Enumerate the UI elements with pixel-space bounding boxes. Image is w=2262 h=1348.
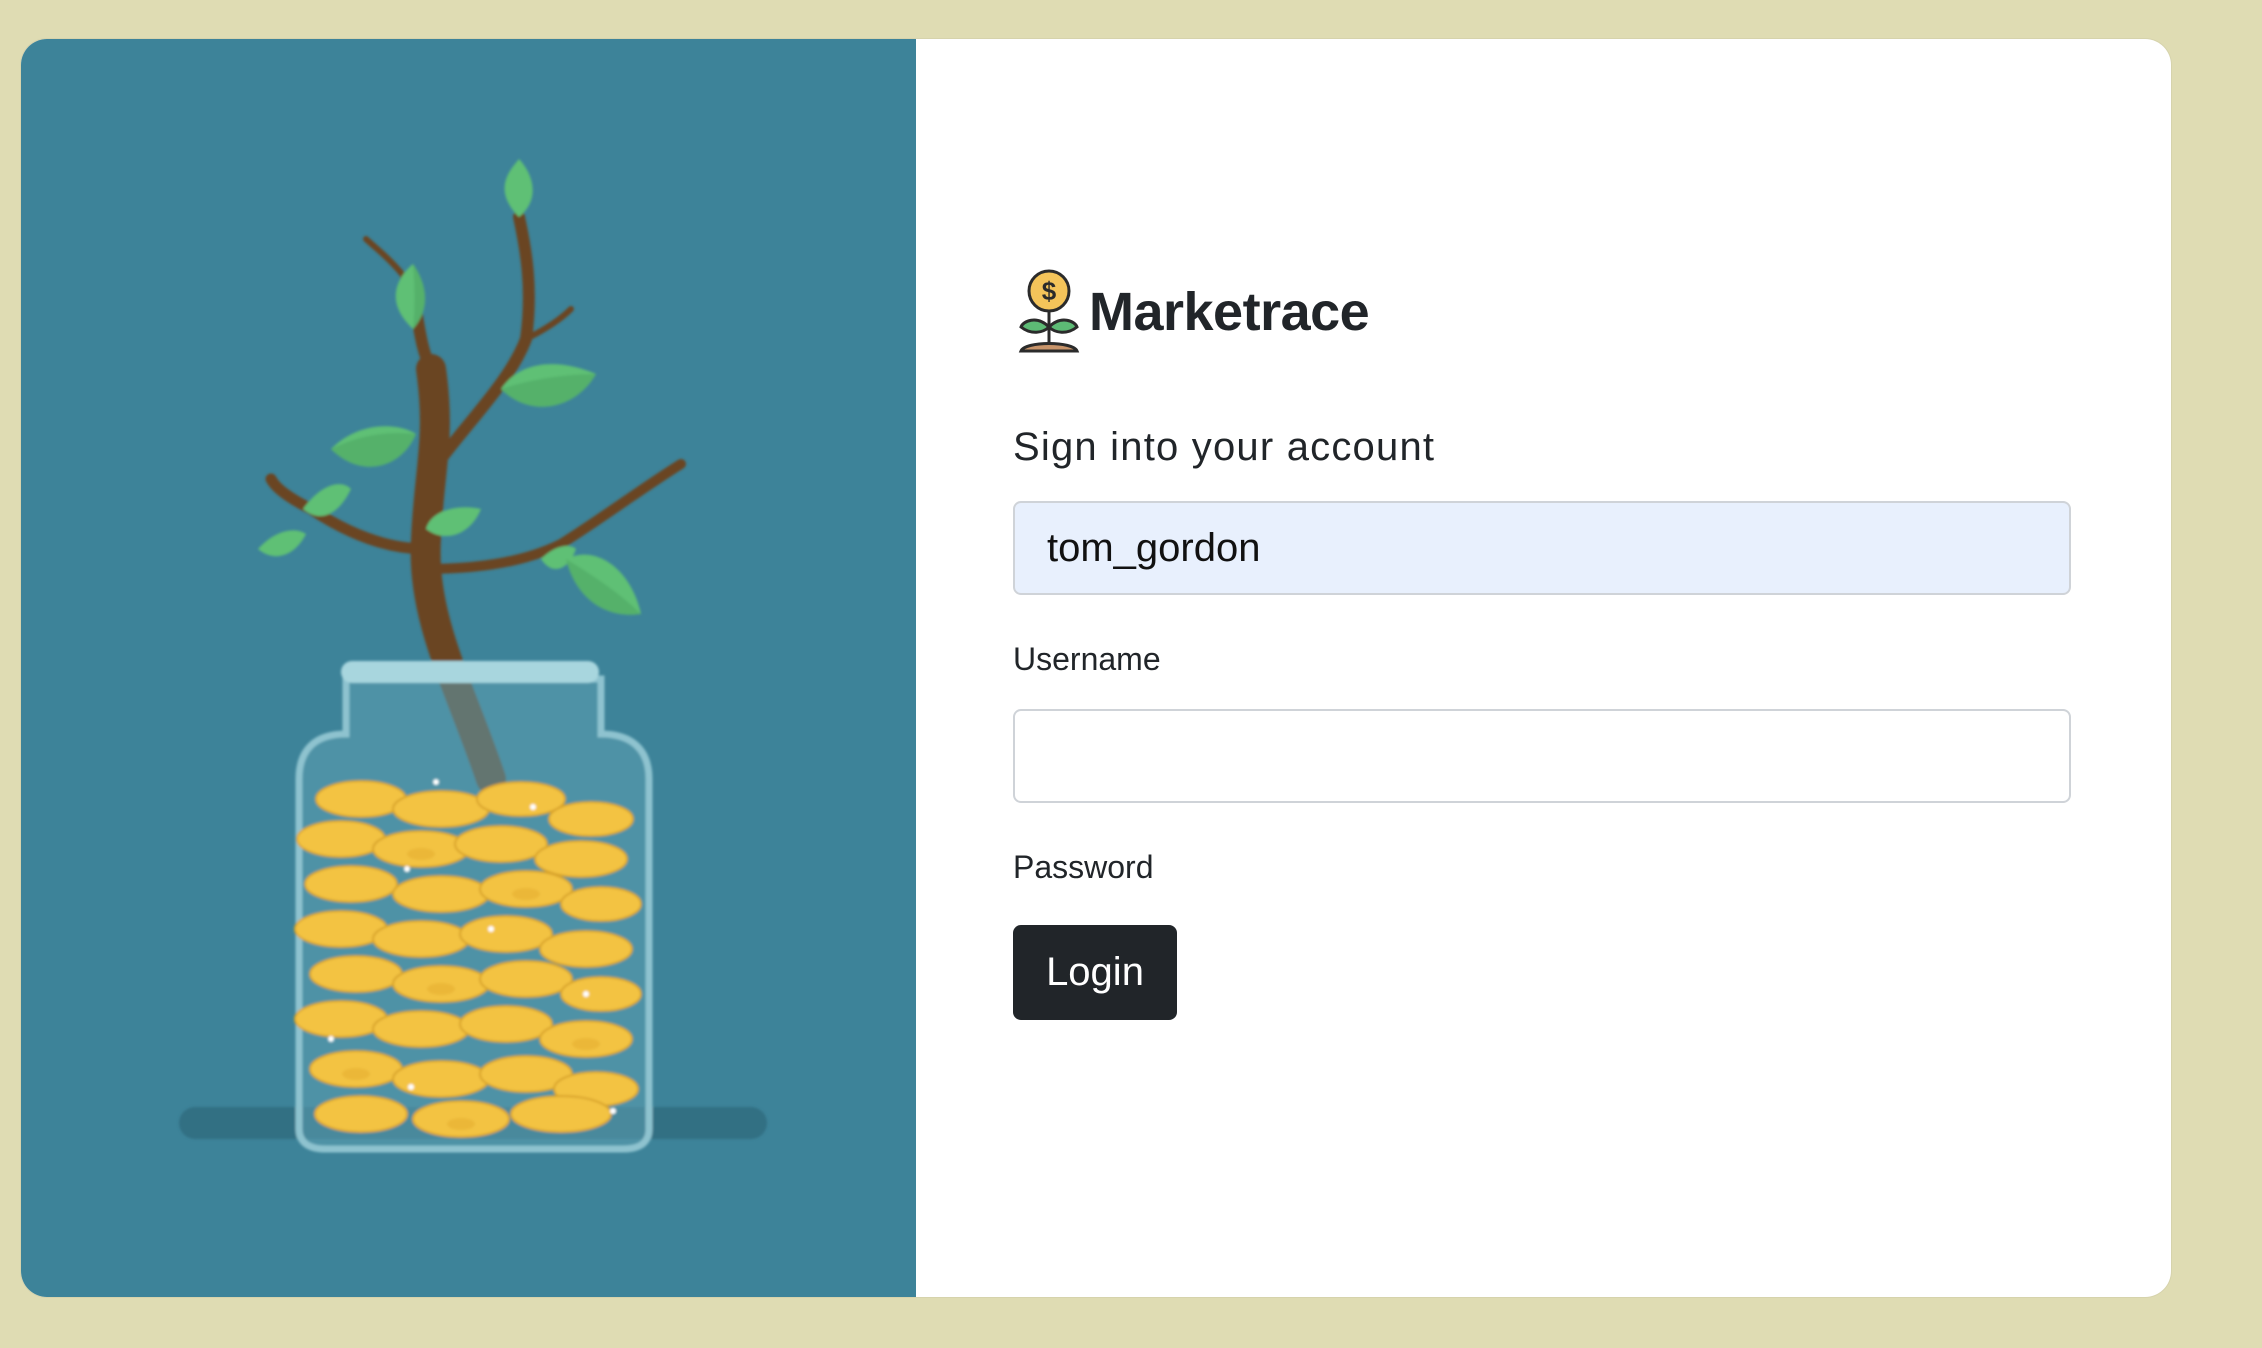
coin-jar-tree-illustration [179,159,767,1153]
login-form: $ Marketrace Sign into your account User… [1013,39,2093,1297]
username-input[interactable] [1013,501,2071,595]
login-button[interactable]: Login [1013,925,1177,1020]
password-label: Password [1013,849,1154,885]
money-plant-icon: $ [1018,269,1080,353]
password-input[interactable] [1013,709,2071,803]
username-label: Username [1013,641,1161,677]
svg-text:$: $ [1042,276,1057,306]
hero-panel [21,39,916,1297]
brand-name: Marketrace [1089,282,1370,342]
login-card: $ Marketrace Sign into your account User… [21,39,2171,1297]
page-subtitle: Sign into your account [1013,425,1436,469]
brand-header: $ Marketrace [1013,267,1370,357]
